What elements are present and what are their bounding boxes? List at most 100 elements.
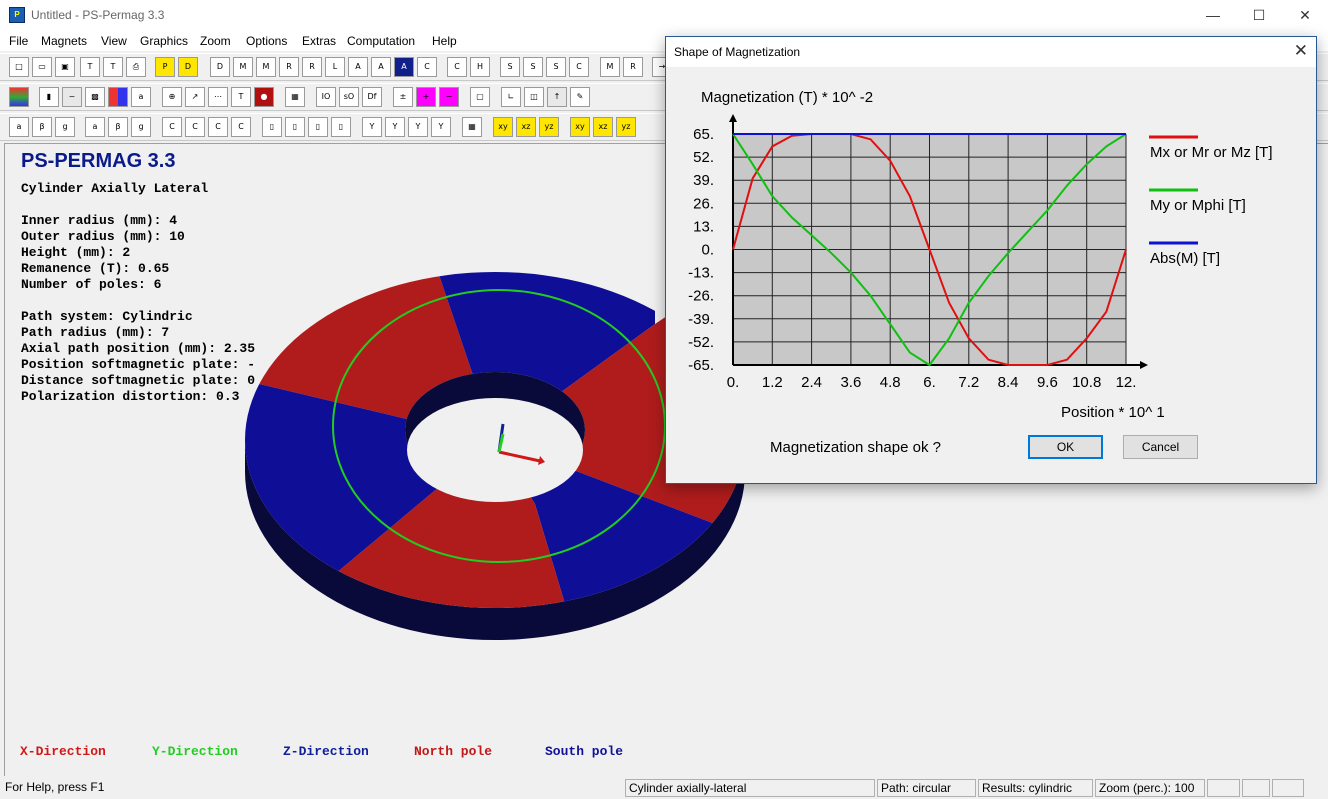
- distortion-icon[interactable]: D: [178, 57, 198, 77]
- ok-button[interactable]: OK: [1028, 435, 1103, 459]
- magnet-sa-icon[interactable]: S: [523, 57, 543, 77]
- param-xb-icon[interactable]: β: [108, 117, 128, 137]
- y-curve-3-icon[interactable]: Y: [408, 117, 428, 137]
- x-tick-label: 8.4: [998, 374, 1019, 391]
- open-folder-icon[interactable]: ▭: [32, 57, 52, 77]
- color-grid-icon[interactable]: [108, 87, 128, 107]
- x-tick-label: 7.2: [958, 374, 979, 391]
- menu-file[interactable]: File: [9, 34, 28, 48]
- save-icon[interactable]: ▣: [55, 57, 75, 77]
- param-a-icon[interactable]: a: [9, 117, 29, 137]
- bars-s-icon[interactable]: ▯: [331, 117, 351, 137]
- color-scale-icon[interactable]: [9, 87, 29, 107]
- menu-extras[interactable]: Extras: [302, 34, 336, 48]
- magnet-d-icon[interactable]: D: [210, 57, 230, 77]
- plane-yz-icon[interactable]: yz: [539, 117, 559, 137]
- up-arrow-icon[interactable]: ↑: [547, 87, 567, 107]
- menu-options[interactable]: Options: [246, 34, 287, 48]
- bars-x-icon[interactable]: ▯: [262, 117, 282, 137]
- magnet-sd-icon[interactable]: S: [500, 57, 520, 77]
- param-cy-icon[interactable]: C: [185, 117, 205, 137]
- io-icon[interactable]: IO: [316, 87, 336, 107]
- df-icon[interactable]: Df: [362, 87, 382, 107]
- bars-z-icon[interactable]: ▯: [308, 117, 328, 137]
- plane-xy-icon[interactable]: xy: [493, 117, 513, 137]
- view-yz-icon[interactable]: yz: [616, 117, 636, 137]
- status-zoom: Zoom (perc.): 100: [1095, 779, 1205, 797]
- new-file-icon[interactable]: □: [9, 57, 29, 77]
- magnet-r-icon[interactable]: R: [279, 57, 299, 77]
- magnet-l-icon[interactable]: L: [325, 57, 345, 77]
- param-xg-icon[interactable]: g: [131, 117, 151, 137]
- magnet-cs-icon[interactable]: C: [447, 57, 467, 77]
- cancel-button[interactable]: Cancel: [1123, 435, 1198, 459]
- magnet-a-icon[interactable]: A: [348, 57, 368, 77]
- param-xa-icon[interactable]: a: [85, 117, 105, 137]
- magnet-rs-icon[interactable]: R: [302, 57, 322, 77]
- magnet-ms-icon[interactable]: M: [256, 57, 276, 77]
- graph-icon[interactable]: ∟: [501, 87, 521, 107]
- print-icon[interactable]: ⎙: [126, 57, 146, 77]
- view-xy-icon[interactable]: xy: [570, 117, 590, 137]
- title-bar: P Untitled - PS-Permag 3.3 — ☐ ✕: [0, 0, 1328, 31]
- param-b-icon[interactable]: β: [32, 117, 52, 137]
- magnet-m-icon[interactable]: M: [233, 57, 253, 77]
- t-arrow-icon[interactable]: T: [231, 87, 251, 107]
- magnet-c-icon[interactable]: C: [417, 57, 437, 77]
- image-icon[interactable]: ▦: [462, 117, 482, 137]
- magnet-ck-icon[interactable]: C: [569, 57, 589, 77]
- close-icon[interactable]: ✕: [1294, 41, 1308, 61]
- magnet-m2-icon[interactable]: M: [600, 57, 620, 77]
- so-icon[interactable]: sO: [339, 87, 359, 107]
- minimize-button[interactable]: —: [1190, 0, 1236, 31]
- text-import-icon[interactable]: T: [103, 57, 123, 77]
- histogram-icon[interactable]: ▩: [85, 87, 105, 107]
- maximize-button[interactable]: ☐: [1236, 0, 1282, 31]
- y-tick-label: 0.: [701, 242, 714, 259]
- view-heading: PS-PERMAG 3.3: [21, 150, 176, 172]
- close-window-button[interactable]: ✕: [1282, 0, 1328, 31]
- axes-icon[interactable]: ↗: [185, 87, 205, 107]
- menu-graphics[interactable]: Graphics: [140, 34, 188, 48]
- color-text-icon[interactable]: a: [131, 87, 151, 107]
- y-curve-1-icon[interactable]: Y: [362, 117, 382, 137]
- record-icon[interactable]: ●: [254, 87, 274, 107]
- bars-y-icon[interactable]: ▯: [285, 117, 305, 137]
- plane-xz-icon[interactable]: xz: [516, 117, 536, 137]
- text-export-icon[interactable]: T: [80, 57, 100, 77]
- menu-view[interactable]: View: [101, 34, 127, 48]
- magnet-h-icon[interactable]: H: [470, 57, 490, 77]
- magnet-sl-icon[interactable]: S: [546, 57, 566, 77]
- dashed-line-icon[interactable]: ⋯: [208, 87, 228, 107]
- zoom-out-icon[interactable]: −: [439, 87, 459, 107]
- menu-help[interactable]: Help: [432, 34, 457, 48]
- table-icon[interactable]: ▦: [285, 87, 305, 107]
- param-cr-icon[interactable]: C: [162, 117, 182, 137]
- status-magnet: Cylinder axially-lateral: [625, 779, 875, 797]
- path-radius: Path radius (mm): 7: [21, 325, 170, 340]
- magnet-r2-icon[interactable]: R: [623, 57, 643, 77]
- y-curve-2-icon[interactable]: Y: [385, 117, 405, 137]
- crosshair-icon[interactable]: ⊕: [162, 87, 182, 107]
- curve-icon[interactable]: ~: [62, 87, 82, 107]
- menu-magnets[interactable]: Magnets: [41, 34, 87, 48]
- view-xz-icon[interactable]: xz: [593, 117, 613, 137]
- param-c2-icon[interactable]: C: [208, 117, 228, 137]
- plate-icon[interactable]: P: [155, 57, 175, 77]
- magnet-as-icon[interactable]: A: [371, 57, 391, 77]
- gradient-icon[interactable]: ▢: [470, 87, 490, 107]
- param-g-icon[interactable]: g: [55, 117, 75, 137]
- zoom-in-icon[interactable]: +: [416, 87, 436, 107]
- polarization-distortion: Polarization distortion: 0.3: [21, 389, 240, 404]
- menu-computation[interactable]: Computation: [347, 34, 415, 48]
- dialog-title: Shape of Magnetization: [674, 45, 801, 59]
- plus-minus-icon[interactable]: ±: [393, 87, 413, 107]
- param-c5-icon[interactable]: C: [231, 117, 251, 137]
- chart-edit-icon[interactable]: ✎: [570, 87, 590, 107]
- magnet-al-icon[interactable]: A: [394, 57, 414, 77]
- columns-icon[interactable]: ◫: [524, 87, 544, 107]
- menu-zoom[interactable]: Zoom: [200, 34, 231, 48]
- y-tick-label: 13.: [693, 218, 714, 235]
- bar-icon[interactable]: ▮: [39, 87, 59, 107]
- y-curve-4-icon[interactable]: Y: [431, 117, 451, 137]
